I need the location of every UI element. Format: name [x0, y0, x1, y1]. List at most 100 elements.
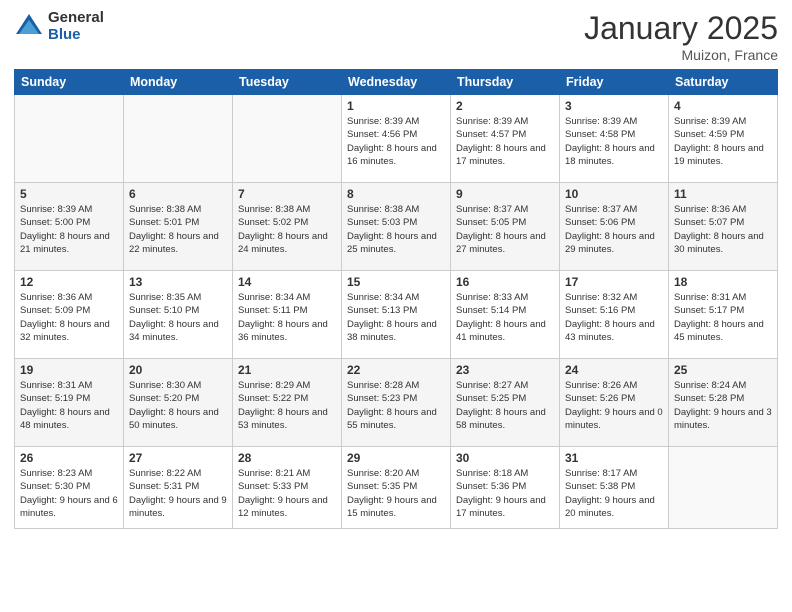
day-number: 15: [347, 275, 445, 289]
day-info: Sunrise: 8:24 AM Sunset: 5:28 PM Dayligh…: [674, 379, 772, 432]
day-info: Sunrise: 8:28 AM Sunset: 5:23 PM Dayligh…: [347, 379, 445, 432]
day-number: 29: [347, 451, 445, 465]
table-row: 21Sunrise: 8:29 AM Sunset: 5:22 PM Dayli…: [233, 359, 342, 447]
title-section: January 2025 Muizon, France: [584, 10, 778, 63]
day-info: Sunrise: 8:20 AM Sunset: 5:35 PM Dayligh…: [347, 467, 445, 520]
day-info: Sunrise: 8:38 AM Sunset: 5:02 PM Dayligh…: [238, 203, 336, 256]
table-row: 24 Sunrise: 8:26 AM Sunset: 5:26 PM Dayli…: [560, 359, 669, 447]
day-info: Sunrise: 8:32 AM Sunset: 5:16 PM Dayligh…: [565, 291, 663, 344]
logo-blue-text: Blue: [48, 27, 104, 44]
table-row: 28 Sunrise: 8:21 AM Sunset: 5:33 PM Dayli…: [233, 447, 342, 529]
day-number: 18: [674, 275, 772, 289]
day-number: 11: [674, 187, 772, 201]
calendar-table: Sunday Monday Tuesday Wednesday Thursday…: [14, 69, 778, 529]
day-info: Sunrise: 8:37 AM Sunset: 5:05 PM Dayligh…: [456, 203, 554, 256]
table-row: [15, 95, 124, 183]
table-row: 12 Sunrise: 8:36 AM Sunset: 5:09 PM Dayli…: [15, 271, 124, 359]
day-number: 5: [20, 187, 118, 201]
day-info: Sunrise: 8:38 AM Sunset: 5:03 PM Dayligh…: [347, 203, 445, 256]
table-row: 16 Sunrise: 8:33 AM Sunset: 5:14 PM Dayli…: [451, 271, 560, 359]
table-row: 27Sunrise: 8:22 AM Sunset: 5:31 PM Dayli…: [124, 447, 233, 529]
col-friday: Friday: [560, 70, 669, 95]
col-tuesday: Tuesday: [233, 70, 342, 95]
day-info: Sunrise: 8:39 AM Sunset: 4:57 PM Dayligh…: [456, 115, 554, 168]
day-number: 14: [238, 275, 336, 289]
table-row: 22 Sunrise: 8:28 AM Sunset: 5:23 PM Dayli…: [342, 359, 451, 447]
day-info: Sunrise: 8:30 AM Sunset: 5:20 PM Dayligh…: [129, 379, 227, 432]
table-row: 20 Sunrise: 8:30 AM Sunset: 5:20 PM Dayli…: [124, 359, 233, 447]
table-row: 2 Sunrise: 8:39 AM Sunset: 4:57 PM Daylig…: [451, 95, 560, 183]
col-sunday: Sunday: [15, 70, 124, 95]
day-number: 20: [129, 363, 227, 377]
table-row: [124, 95, 233, 183]
day-number: 21: [238, 363, 336, 377]
table-row: 11 Sunrise: 8:36 AM Sunset: 5:07 PM Dayli…: [669, 183, 778, 271]
day-number: 31: [565, 451, 663, 465]
page: General Blue January 2025 Muizon, France…: [0, 0, 792, 612]
day-info: Sunrise: 8:37 AM Sunset: 5:06 PM Dayligh…: [565, 203, 663, 256]
day-number: 1: [347, 99, 445, 113]
day-number: 26: [20, 451, 118, 465]
day-number: 16: [456, 275, 554, 289]
day-info: Sunrise: 8:39 AM Sunset: 4:56 PM Dayligh…: [347, 115, 445, 168]
day-info: Sunrise: 8:18 AM Sunset: 5:36 PM Dayligh…: [456, 467, 554, 520]
day-number: 27: [129, 451, 227, 465]
header: General Blue January 2025 Muizon, France: [14, 10, 778, 63]
day-number: 24: [565, 363, 663, 377]
day-info: Sunrise: 8:34 AM Sunset: 5:11 PM Dayligh…: [238, 291, 336, 344]
col-saturday: Saturday: [669, 70, 778, 95]
day-number: 25: [674, 363, 772, 377]
table-row: 17 Sunrise: 8:32 AM Sunset: 5:16 PM Dayli…: [560, 271, 669, 359]
day-number: 8: [347, 187, 445, 201]
day-number: 10: [565, 187, 663, 201]
day-info: Sunrise: 8:39 AM Sunset: 4:59 PM Dayligh…: [674, 115, 772, 168]
table-row: 26 Sunrise: 8:23 AM Sunset: 5:30 PM Dayli…: [15, 447, 124, 529]
table-row: 5Sunrise: 8:39 AM Sunset: 5:00 PM Daylig…: [15, 183, 124, 271]
logo: General Blue: [14, 10, 104, 43]
day-number: 3: [565, 99, 663, 113]
day-info: Sunrise: 8:31 AM Sunset: 5:17 PM Dayligh…: [674, 291, 772, 344]
day-info: Sunrise: 8:26 AM Sunset: 5:26 PM Dayligh…: [565, 379, 663, 432]
table-row: 9 Sunrise: 8:37 AM Sunset: 5:05 PM Daylig…: [451, 183, 560, 271]
day-info: Sunrise: 8:23 AM Sunset: 5:30 PM Dayligh…: [20, 467, 118, 520]
month-year-title: January 2025: [584, 10, 778, 47]
calendar-header-row: Sunday Monday Tuesday Wednesday Thursday…: [15, 70, 778, 95]
day-number: 2: [456, 99, 554, 113]
table-row: 1 Sunrise: 8:39 AM Sunset: 4:56 PM Daylig…: [342, 95, 451, 183]
table-row: 29 Sunrise: 8:20 AM Sunset: 5:35 PM Dayli…: [342, 447, 451, 529]
table-row: 8 Sunrise: 8:38 AM Sunset: 5:03 PM Daylig…: [342, 183, 451, 271]
day-info: Sunrise: 8:31 AM Sunset: 5:19 PM Dayligh…: [20, 379, 118, 432]
day-info: Sunrise: 8:36 AM Sunset: 5:07 PM Dayligh…: [674, 203, 772, 256]
logo-general-text: General: [48, 10, 104, 27]
day-info: Sunrise: 8:27 AM Sunset: 5:25 PM Dayligh…: [456, 379, 554, 432]
table-row: 23Sunrise: 8:27 AM Sunset: 5:25 PM Dayli…: [451, 359, 560, 447]
day-number: 7: [238, 187, 336, 201]
day-number: 28: [238, 451, 336, 465]
day-info: Sunrise: 8:33 AM Sunset: 5:14 PM Dayligh…: [456, 291, 554, 344]
day-info: Sunrise: 8:35 AM Sunset: 5:10 PM Dayligh…: [129, 291, 227, 344]
table-row: 13 Sunrise: 8:35 AM Sunset: 5:10 PM Dayli…: [124, 271, 233, 359]
day-info: Sunrise: 8:38 AM Sunset: 5:01 PM Dayligh…: [129, 203, 227, 256]
logo-text: General Blue: [48, 10, 104, 43]
day-number: 22: [347, 363, 445, 377]
table-row: 25 Sunrise: 8:24 AM Sunset: 5:28 PM Dayli…: [669, 359, 778, 447]
day-info: Sunrise: 8:39 AM Sunset: 4:58 PM Dayligh…: [565, 115, 663, 168]
day-info: Sunrise: 8:21 AM Sunset: 5:33 PM Dayligh…: [238, 467, 336, 520]
day-number: 9: [456, 187, 554, 201]
table-row: 18 Sunrise: 8:31 AM Sunset: 5:17 PM Dayli…: [669, 271, 778, 359]
table-row: 31Sunrise: 8:17 AM Sunset: 5:38 PM Dayli…: [560, 447, 669, 529]
day-number: 19: [20, 363, 118, 377]
table-row: 15 Sunrise: 8:34 AM Sunset: 5:13 PM Dayli…: [342, 271, 451, 359]
day-number: 12: [20, 275, 118, 289]
table-row: [669, 447, 778, 529]
day-number: 30: [456, 451, 554, 465]
table-row: [233, 95, 342, 183]
table-row: 3 Sunrise: 8:39 AM Sunset: 4:58 PM Daylig…: [560, 95, 669, 183]
day-info: Sunrise: 8:36 AM Sunset: 5:09 PM Dayligh…: [20, 291, 118, 344]
day-number: 13: [129, 275, 227, 289]
table-row: 7 Sunrise: 8:38 AM Sunset: 5:02 PM Daylig…: [233, 183, 342, 271]
day-info: Sunrise: 8:34 AM Sunset: 5:13 PM Dayligh…: [347, 291, 445, 344]
day-number: 17: [565, 275, 663, 289]
table-row: 14 Sunrise: 8:34 AM Sunset: 5:11 PM Dayli…: [233, 271, 342, 359]
table-row: 10 Sunrise: 8:37 AM Sunset: 5:06 PM Dayli…: [560, 183, 669, 271]
